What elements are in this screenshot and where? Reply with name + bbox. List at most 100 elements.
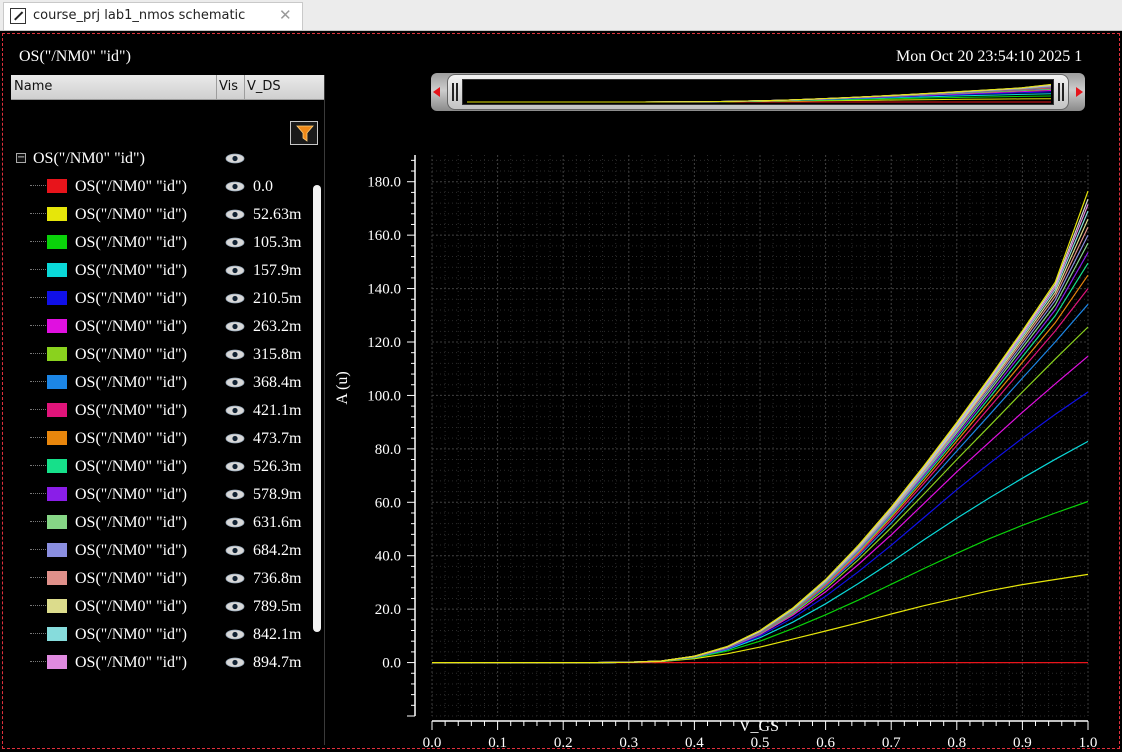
color-swatch[interactable]	[47, 347, 67, 361]
eye-icon[interactable]	[225, 629, 245, 640]
eye-icon[interactable]	[225, 405, 245, 416]
legend-row[interactable]: OS("/NM0" "id") 421.1m	[11, 396, 311, 424]
column-separator[interactable]	[216, 75, 217, 100]
color-swatch[interactable]	[47, 515, 67, 529]
color-swatch[interactable]	[47, 599, 67, 613]
x-tick-label: 0.1	[488, 735, 507, 748]
legend-row[interactable]: OS("/NM0" "id") 52.63m	[11, 200, 311, 228]
eye-icon[interactable]	[225, 153, 245, 164]
color-swatch[interactable]	[47, 179, 67, 193]
eye-icon[interactable]	[225, 209, 245, 220]
eye-icon[interactable]	[225, 377, 245, 388]
legend-scrollbar[interactable]	[313, 185, 321, 632]
legend-row[interactable]: OS("/NM0" "id") 0.0	[11, 172, 311, 200]
column-separator[interactable]	[244, 75, 245, 100]
color-swatch[interactable]	[47, 655, 67, 669]
y-axis: 0.0 20.0 40.0 60.0 80.0 100.0 120.0 140.0 160.0 1…	[367, 155, 416, 717]
zoom-grip-left[interactable]	[452, 83, 458, 101]
column-header-name[interactable]: Name	[14, 79, 52, 94]
column-header-param[interactable]: V_DS	[247, 79, 281, 94]
color-swatch[interactable]	[47, 207, 67, 221]
eye-icon[interactable]	[225, 237, 245, 248]
legend-row[interactable]: OS("/NM0" "id") 526.3m	[11, 452, 311, 480]
legend-row[interactable]: OS("/NM0" "id") 631.6m	[11, 508, 311, 536]
eye-icon[interactable]	[225, 601, 245, 612]
y-tick-label: 60.0	[375, 495, 401, 511]
plot-name: OS("/NM0" "id")	[19, 48, 131, 65]
eye-icon[interactable]	[225, 657, 245, 668]
legend-row[interactable]: OS("/NM0" "id") 578.9m	[11, 480, 311, 508]
eye-icon[interactable]	[225, 321, 245, 332]
legend-row-label: OS("/NM0" "id")	[75, 262, 187, 279]
legend-row-label: OS("/NM0" "id")	[75, 178, 187, 195]
tree-connector	[30, 493, 46, 494]
legend-row-value: 368.4m	[253, 374, 302, 391]
legend-row-label: OS("/NM0" "id")	[75, 234, 187, 251]
tab-schematic[interactable]: course_prj lab1_nmos schematic ✕	[3, 2, 303, 30]
color-swatch[interactable]	[47, 291, 67, 305]
legend-group-label: OS("/NM0" "id")	[33, 150, 145, 167]
tree-connector	[30, 381, 46, 382]
zoom-thumb[interactable]	[447, 74, 1069, 110]
filter-button[interactable]	[290, 121, 318, 145]
legend-row[interactable]: OS("/NM0" "id") 368.4m	[11, 368, 311, 396]
series-line-17[interactable]	[432, 204, 1089, 664]
color-swatch[interactable]	[47, 571, 67, 585]
legend-row-value: 789.5m	[253, 598, 302, 615]
close-icon[interactable]: ✕	[279, 6, 292, 24]
legend-row[interactable]: OS("/NM0" "id") 315.8m	[11, 340, 311, 368]
legend-row[interactable]: OS("/NM0" "id") 894.7m	[11, 648, 311, 676]
color-swatch[interactable]	[47, 403, 67, 417]
eye-icon[interactable]	[225, 461, 245, 472]
legend-row-value: 315.8m	[253, 346, 302, 363]
color-swatch[interactable]	[47, 263, 67, 277]
color-swatch[interactable]	[47, 543, 67, 557]
legend-row[interactable]: OS("/NM0" "id") 210.5m	[11, 284, 311, 312]
eye-icon[interactable]	[225, 293, 245, 304]
color-swatch[interactable]	[47, 431, 67, 445]
eye-icon[interactable]	[225, 433, 245, 444]
tab-title: course_prj lab1_nmos schematic	[33, 8, 246, 23]
column-header-vis[interactable]: Vis	[219, 79, 238, 94]
legend-row[interactable]: OS("/NM0" "id") 157.9m	[11, 256, 311, 284]
legend-row[interactable]: OS("/NM0" "id") 105.3m	[11, 228, 311, 256]
legend-row[interactable]: OS("/NM0" "id") 263.2m	[11, 312, 311, 340]
legend-row-value: 263.2m	[253, 318, 302, 335]
series-line-2[interactable]	[432, 500, 1089, 664]
x-tick-label: 1.0	[1079, 735, 1098, 748]
zoom-grip-right[interactable]	[1058, 83, 1064, 101]
series-line-11[interactable]	[432, 252, 1089, 664]
legend-row[interactable]: OS("/NM0" "id") 789.5m	[11, 592, 311, 620]
color-swatch[interactable]	[47, 375, 67, 389]
collapse-icon[interactable]: −	[16, 153, 26, 163]
legend-row-value: 52.63m	[253, 206, 302, 223]
legend-group[interactable]: − OS("/NM0" "id")	[11, 144, 311, 172]
legend-row[interactable]: OS("/NM0" "id") 842.1m	[11, 620, 311, 648]
arrow-right-icon[interactable]	[1076, 87, 1083, 97]
eye-icon[interactable]	[225, 181, 245, 192]
eye-icon[interactable]	[225, 489, 245, 500]
legend-row[interactable]: OS("/NM0" "id") 736.8m	[11, 564, 311, 592]
legend-row[interactable]: OS("/NM0" "id") 684.2m	[11, 536, 311, 564]
eye-icon[interactable]	[225, 349, 245, 360]
y-tick-label: 0.0	[382, 656, 401, 672]
eye-icon[interactable]	[225, 573, 245, 584]
color-swatch[interactable]	[47, 459, 67, 473]
zoom-slider[interactable]	[431, 73, 1085, 111]
color-swatch[interactable]	[47, 235, 67, 249]
color-swatch[interactable]	[47, 627, 67, 641]
legend-row-value: 105.3m	[253, 234, 302, 251]
color-swatch[interactable]	[47, 487, 67, 501]
eye-icon[interactable]	[225, 545, 245, 556]
tree-connector	[30, 437, 46, 438]
arrow-left-icon[interactable]	[433, 87, 440, 97]
waveform-plot[interactable]: 0.0 20.0 40.0 60.0 80.0 100.0 120.0 140.0 160.0 1…	[329, 118, 1119, 748]
y-tick-label: 160.0	[367, 228, 401, 244]
legend-row-value: 473.7m	[253, 430, 302, 447]
legend-row-label: OS("/NM0" "id")	[75, 206, 187, 223]
eye-icon[interactable]	[225, 265, 245, 276]
color-swatch[interactable]	[47, 319, 67, 333]
legend-row[interactable]: OS("/NM0" "id") 473.7m	[11, 424, 311, 452]
legend-row-label: OS("/NM0" "id")	[75, 290, 187, 307]
eye-icon[interactable]	[225, 517, 245, 528]
